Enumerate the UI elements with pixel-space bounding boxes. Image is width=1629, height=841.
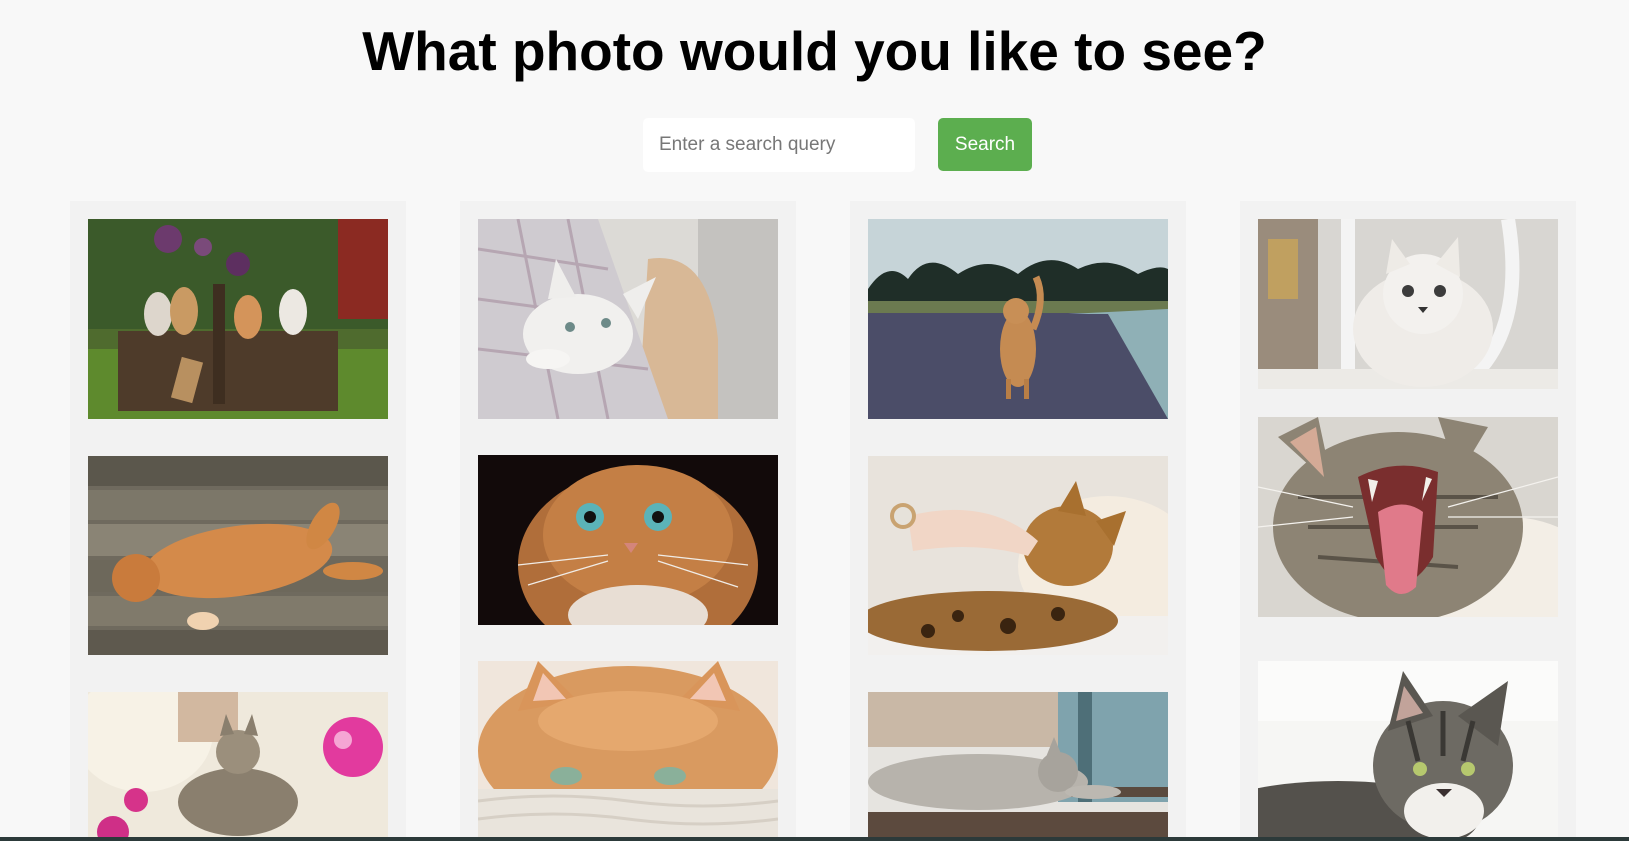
photo-column xyxy=(1240,201,1576,841)
photo-grey-tabby-resting[interactable] xyxy=(1258,661,1558,841)
orange-cat-deck-image xyxy=(88,456,388,655)
ginger-cat-road-image xyxy=(868,219,1168,419)
photo-ginger-cat-road[interactable] xyxy=(868,219,1168,419)
photo-orange-cat-deck[interactable] xyxy=(88,456,388,655)
kittens-basket-image xyxy=(88,219,388,419)
photo-white-kitten-blanket[interactable] xyxy=(478,219,778,419)
white-kitten-chair-image xyxy=(1258,219,1558,389)
orange-cat-peek-image xyxy=(478,661,778,841)
bottom-edge-bar xyxy=(0,837,1629,841)
photo-tabby-cat-yawning[interactable] xyxy=(1258,417,1558,617)
grey-cat-window-image xyxy=(868,692,1168,841)
photo-orange-fold-cat[interactable] xyxy=(478,455,778,625)
search-button[interactable]: Search xyxy=(938,118,1032,171)
photo-column xyxy=(460,201,796,841)
photo-kittens-basket[interactable] xyxy=(88,219,388,419)
photo-column xyxy=(850,201,1186,841)
grey-tabby-resting-image xyxy=(1258,661,1558,841)
page-title: What photo would you like to see? xyxy=(362,20,1267,82)
photo-white-kitten-chair[interactable] xyxy=(1258,219,1558,389)
kitten-pink-ball-image xyxy=(88,692,388,841)
photo-kitten-pink-ball[interactable] xyxy=(88,692,388,841)
tabby-cat-yawning-image xyxy=(1258,417,1558,617)
orange-fold-cat-image xyxy=(478,455,778,625)
photo-bengal-cat-petted[interactable] xyxy=(868,456,1168,655)
search-input[interactable] xyxy=(643,118,915,172)
photo-grey-cat-window[interactable] xyxy=(868,692,1168,841)
photo-grid xyxy=(70,201,1606,841)
bengal-cat-petted-image xyxy=(868,456,1168,655)
photo-orange-cat-peek[interactable] xyxy=(478,661,778,841)
photo-column xyxy=(70,201,406,841)
white-kitten-blanket-image xyxy=(478,219,778,419)
